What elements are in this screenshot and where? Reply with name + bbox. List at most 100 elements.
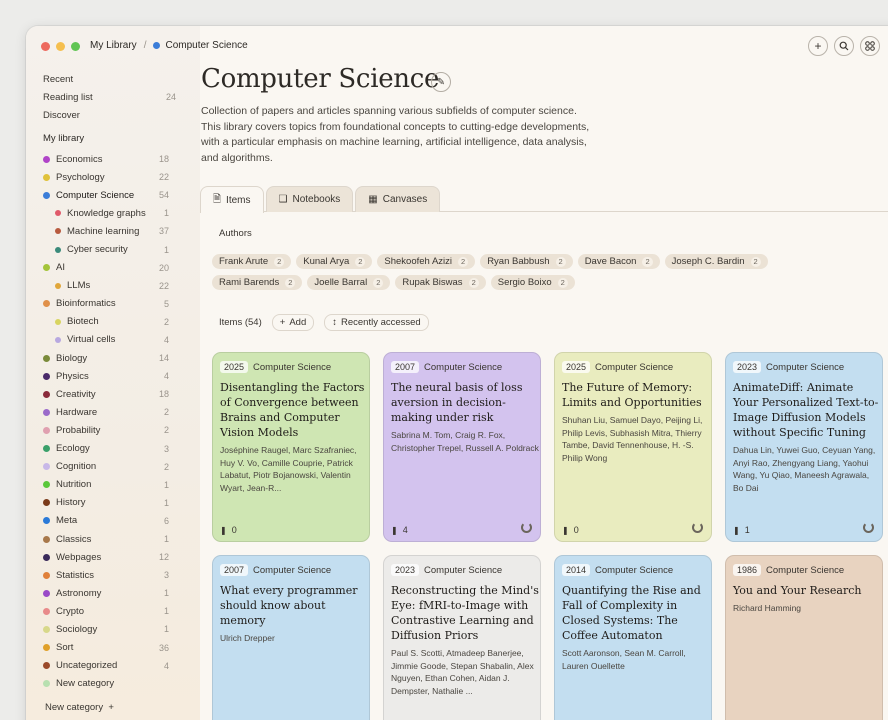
item-card[interactable]: 1986 Computer Science You and Your Researc… [725, 555, 883, 720]
category-color-dot [43, 408, 50, 416]
author-chip[interactable]: Rupak Biswas 2 [395, 275, 486, 290]
edit-title-button[interactable]: ✎ [431, 72, 451, 92]
tab-notebooks[interactable]: ❑ Notebooks [265, 186, 354, 212]
library-item-economics[interactable]: Economics 18 [43, 150, 169, 168]
library-item-creativity[interactable]: Creativity 18 [43, 385, 169, 403]
library-item-computer-science[interactable]: Computer Science 54 [43, 186, 169, 204]
author-chip[interactable]: Sergio Boixo 2 [490, 275, 575, 290]
author-chip[interactable]: Dave Bacon 2 [577, 254, 660, 269]
library-item-probability[interactable]: Probability 2 [43, 421, 169, 439]
category-color-dot [43, 354, 50, 362]
author-chip[interactable]: Joseph C. Bardin 2 [664, 254, 768, 269]
category-color-dot [43, 680, 50, 688]
library-item-count: 4 [163, 371, 169, 382]
author-chip[interactable]: Ryan Babbush 2 [480, 254, 573, 269]
library-item-count: 1 [163, 244, 169, 255]
author-chip[interactable]: Joelle Barral 2 [307, 275, 391, 290]
author-count-badge: 2 [557, 277, 568, 288]
library-item-uncategorized[interactable]: Uncategorized 4 [43, 657, 169, 675]
library-item-label: Webpages [56, 551, 102, 563]
card-category: Computer Science [253, 361, 332, 373]
sidebar-item-reading-list[interactable]: Reading list 24 [43, 88, 176, 106]
library-item-llms[interactable]: LLMs 22 [43, 277, 169, 295]
card-category: Computer Science [424, 361, 503, 373]
library-item-cognition[interactable]: Cognition 2 [43, 458, 169, 476]
library-item-nutrition[interactable]: Nutrition 1 [43, 476, 169, 494]
item-card[interactable]: 2023 Computer Science AnimateDiff: Animate… [725, 352, 883, 542]
new-category-button[interactable]: New category + [45, 702, 114, 713]
library-item-history[interactable]: History 1 [43, 494, 169, 512]
item-card[interactable]: 2007 Computer Science The neural basis of … [383, 352, 541, 542]
library-item-count: 3 [163, 570, 169, 581]
category-color-dot [43, 607, 50, 615]
item-card[interactable]: 2014 Computer Science Quantifying the Rise… [554, 555, 712, 720]
card-authors: Sabrina M. Tom, Craig R. Fox, Christophe… [391, 430, 539, 453]
category-color-dot [43, 426, 50, 434]
library-item-knowledge-graphs[interactable]: Knowledge graphs 1 [43, 204, 169, 222]
library-item-sort[interactable]: Sort 36 [43, 639, 169, 657]
tab-canvases[interactable]: ▦ Canvases [355, 186, 441, 212]
library-item-webpages[interactable]: Webpages 12 [43, 548, 169, 566]
library-item-machine-learning[interactable]: Machine learning 37 [43, 222, 169, 240]
items-count: Items (54) [219, 317, 262, 328]
maximize-window-button[interactable] [71, 42, 80, 51]
loading-spinner-icon [692, 522, 703, 533]
library-item-cyber-security[interactable]: Cyber security 1 [43, 240, 169, 258]
library-item-label: Nutrition [56, 479, 92, 491]
my-library-heading[interactable]: My library [43, 133, 84, 144]
card-category: Computer Science [766, 564, 845, 576]
library-item-ai[interactable]: AI 20 [43, 259, 169, 277]
library-item-label: LLMs [67, 280, 91, 292]
notes-count: 1 [744, 525, 750, 535]
library-item-biology[interactable]: Biology 14 [43, 349, 169, 367]
library-item-sociology[interactable]: Sociology 1 [43, 620, 169, 638]
library-item-crypto[interactable]: Crypto 1 [43, 602, 169, 620]
library-item-virtual-cells[interactable]: Virtual cells 4 [43, 331, 169, 349]
library-item-count: 5 [163, 298, 169, 309]
sidebar-item-discover[interactable]: Discover [43, 106, 176, 124]
category-color-dot [55, 282, 61, 289]
notes-icon: ❚ [220, 525, 227, 535]
library-item-astronomy[interactable]: Astronomy 1 [43, 584, 169, 602]
minimize-window-button[interactable] [56, 42, 65, 51]
category-color-dot [43, 173, 50, 181]
breadcrumb-root[interactable]: My Library [90, 40, 137, 51]
library-item-label: Knowledge graphs [67, 207, 146, 219]
library-item-physics[interactable]: Physics 4 [43, 367, 169, 385]
card-header: 2023 Computer Science [733, 361, 844, 373]
author-chip[interactable]: Frank Arute 2 [212, 254, 292, 269]
author-name: Shekoofeh Azizi [384, 256, 453, 267]
item-card[interactable]: 2025 Computer Science The Future of Memory… [554, 352, 712, 542]
add-item-button[interactable]: + Add [271, 314, 315, 331]
library-item-new-category[interactable]: New category [43, 675, 169, 693]
item-card[interactable]: 2007 Computer Science What every programme… [212, 555, 370, 720]
library-item-biotech[interactable]: Biotech 2 [43, 313, 169, 331]
sidebar-item-label: Reading list [43, 91, 93, 103]
category-color-dot [43, 390, 50, 398]
close-window-button[interactable] [41, 42, 50, 51]
library-item-count: 2 [163, 316, 169, 327]
library-item-label: Sort [56, 642, 74, 654]
library-item-meta[interactable]: Meta 6 [43, 512, 169, 530]
library-item-count: 4 [163, 660, 169, 671]
library-item-bioinformatics[interactable]: Bioinformatics 5 [43, 295, 169, 313]
card-authors: Ulrich Drepper [220, 633, 275, 643]
author-chip[interactable]: Kunal Arya 2 [296, 254, 373, 269]
sidebar-item-recent[interactable]: Recent [43, 70, 176, 88]
library-item-hardware[interactable]: Hardware 2 [43, 403, 169, 421]
category-color-dot [43, 571, 50, 579]
author-chip[interactable]: Shekoofeh Azizi 2 [377, 254, 476, 269]
library-item-statistics[interactable]: Statistics 3 [43, 566, 169, 584]
plus-icon: + [279, 317, 286, 328]
category-color-dot [55, 210, 61, 217]
library-item-classics[interactable]: Classics 1 [43, 530, 169, 548]
author-chip[interactable]: Rami Barends 2 [212, 275, 303, 290]
library-item-count: 20 [158, 262, 169, 273]
sort-button[interactable]: ↕ Recently accessed [324, 314, 429, 331]
library-item-psychology[interactable]: Psychology 22 [43, 168, 169, 186]
item-card[interactable]: 2025 Computer Science Disentangling the Fa… [212, 352, 370, 542]
library-item-count: 18 [158, 154, 169, 165]
library-item-ecology[interactable]: Ecology 3 [43, 440, 169, 458]
tab-items[interactable]: 🗎 Items [200, 186, 264, 213]
item-card[interactable]: 2023 Computer Science Reconstructing the M… [383, 555, 541, 720]
